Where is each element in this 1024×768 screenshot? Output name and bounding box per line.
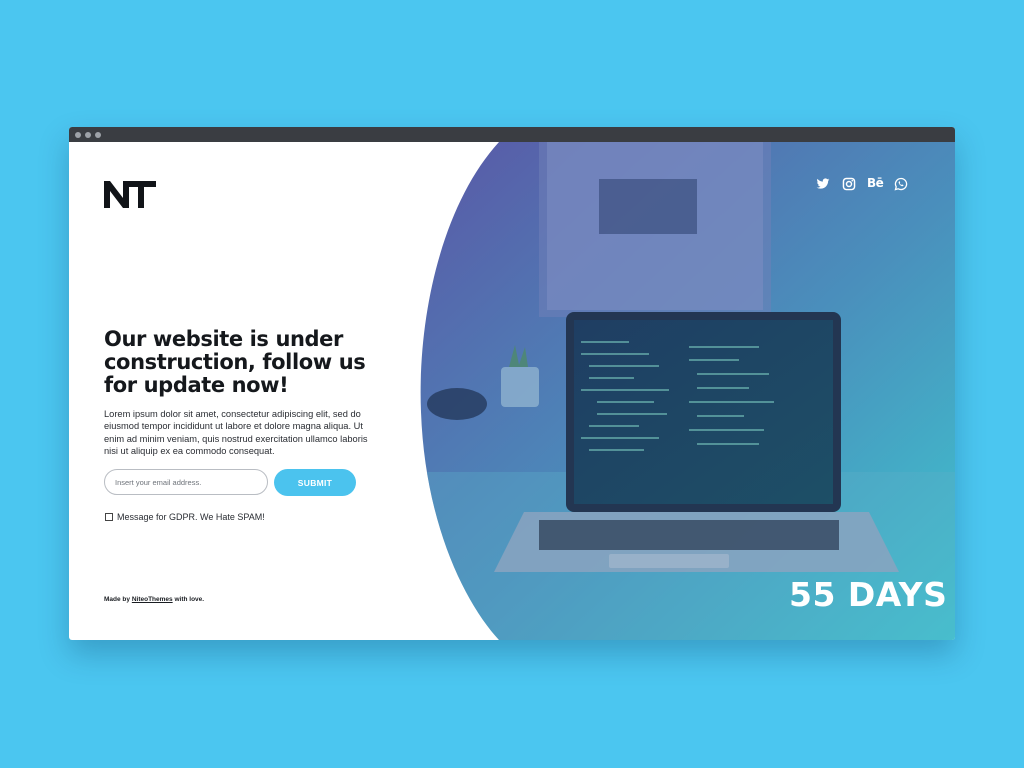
gdpr-checkbox[interactable] <box>105 513 113 521</box>
footer-prefix: Made by <box>104 596 131 603</box>
twitter-icon[interactable] <box>816 177 830 191</box>
page-content: Our website is under construction, follo… <box>69 142 955 640</box>
window-dot-maximize[interactable] <box>95 132 101 138</box>
behance-icon[interactable]: Bē <box>867 176 884 190</box>
gdpr-consent[interactable]: Message for GDPR. We Hate SPAM! <box>105 512 265 522</box>
gdpr-label: Message for GDPR. We Hate SPAM! <box>117 512 265 522</box>
window-titlebar <box>69 127 955 142</box>
footer-credit: Made by NiteoThemes with love. <box>104 596 204 603</box>
intro-paragraph: Lorem ipsum dolor sit amet, consectetur … <box>104 409 368 457</box>
browser-window: Our website is under construction, follo… <box>69 127 955 640</box>
window-dot-close[interactable] <box>75 132 81 138</box>
submit-button[interactable]: SUBMIT <box>274 469 356 496</box>
window-dot-minimize[interactable] <box>85 132 91 138</box>
nt-logo[interactable] <box>104 180 156 208</box>
whatsapp-icon[interactable] <box>894 177 908 191</box>
instagram-icon[interactable] <box>842 177 856 191</box>
page-headline: Our website is under construction, follo… <box>104 327 366 397</box>
countdown-text: 55 DAYS <box>789 575 948 614</box>
niteothemes-link[interactable]: NiteoThemes <box>132 596 173 603</box>
footer-suffix: with love. <box>174 596 205 603</box>
email-input[interactable] <box>104 469 268 495</box>
